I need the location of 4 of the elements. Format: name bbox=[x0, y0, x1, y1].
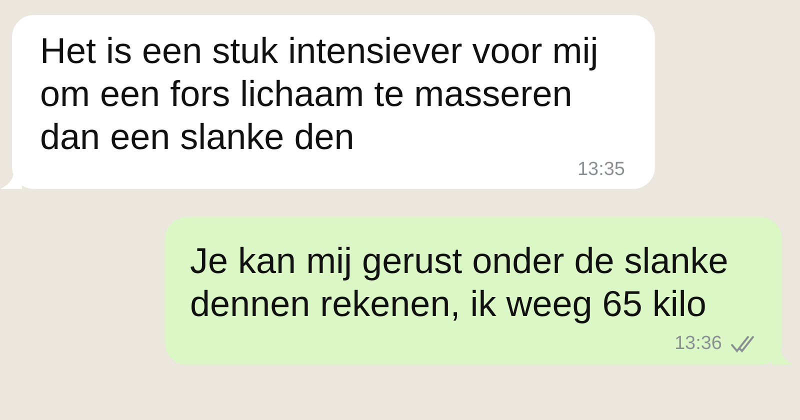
message-text: Het is een stuk intensiever voor mij om een fors lichaam te masseren dan een slanke den bbox=[40, 29, 600, 158]
message-time: 13:35 bbox=[577, 159, 625, 181]
message-text: Je kan mij gerust onder de slanke dennen rekenen, ik weeg 65 kilo bbox=[190, 239, 730, 325]
message-time: 13:36 bbox=[674, 333, 722, 355]
